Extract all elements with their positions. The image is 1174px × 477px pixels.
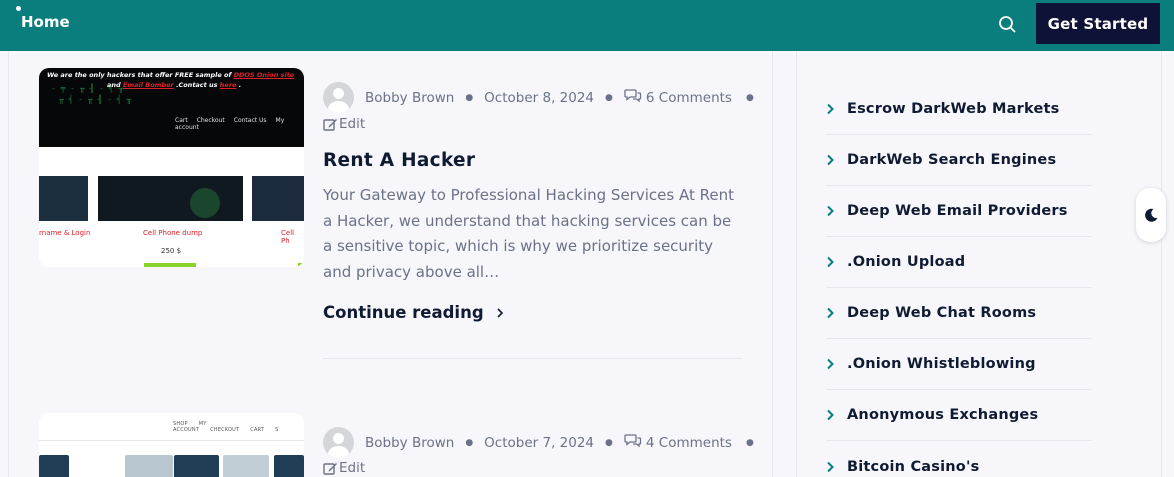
sidebar-item-label: Deep Web Chat Rooms <box>847 305 1037 321</box>
chevron-right-icon <box>497 307 503 318</box>
chevron-right-icon <box>827 461 834 472</box>
author-avatar[interactable] <box>323 427 354 458</box>
chevron-right-icon <box>827 358 834 370</box>
comments-link[interactable]: 6 Comments <box>646 90 732 106</box>
meta-separator: ● <box>605 437 613 448</box>
sidebar-item-label: Deep Web Email Providers <box>847 203 1068 219</box>
sidebar-item-label: DarkWeb Search Engines <box>847 152 1057 168</box>
product-caption: Cell Ph <box>281 229 295 245</box>
thumbnail-divider <box>39 440 304 441</box>
sidebar-item-onion-upload[interactable]: .Onion Upload <box>826 237 1092 288</box>
sidebar-item-label: .Onion Whistleblowing <box>847 356 1036 372</box>
matrix-glyphs: ╥ ╡ - ╥ ╢ - ╡ ╥ <box>59 95 132 104</box>
post-excerpt: Your Gateway to Professional Hacking Ser… <box>323 186 734 282</box>
product-image <box>223 455 269 477</box>
edit-icon <box>323 118 337 131</box>
post-thumbnail[interactable]: We are the only hackers that offer FREE … <box>39 68 304 267</box>
meta-separator: ● <box>465 437 474 448</box>
edit-label: Edit <box>339 116 366 132</box>
meta-separator: ● <box>605 92 613 103</box>
post-divider <box>323 358 742 359</box>
product-image <box>39 455 69 477</box>
chevron-right-icon <box>827 205 834 217</box>
sidebar-item-darkweb-search-engines[interactable]: DarkWeb Search Engines <box>826 135 1092 186</box>
post-title[interactable]: Rent A Hacker <box>323 150 475 171</box>
continue-reading-link[interactable]: Continue reading <box>323 303 504 322</box>
product-caption: rname & Login <box>39 229 91 237</box>
thumbnail-nav: Cart Checkout Contact Us My account <box>175 117 285 131</box>
sidebar-item-bitcoin-casinos[interactable]: Bitcoin Casino's <box>826 441 1092 477</box>
sidebar-item-label: Anonymous Exchanges <box>847 407 1039 423</box>
product-image <box>98 176 243 221</box>
product-image <box>274 455 304 477</box>
dark-mode-toggle[interactable] <box>1136 188 1166 242</box>
search-icon[interactable] <box>996 13 1018 35</box>
sidebar-item-label: Escrow DarkWeb Markets <box>847 101 1060 117</box>
comments-icon <box>624 433 642 452</box>
meta-separator: ● <box>465 92 474 103</box>
chevron-right-icon <box>827 256 834 268</box>
post-meta: Bobby Brown ● October 8, 2024 ● 6 Commen… <box>365 88 765 107</box>
edit-link[interactable]: Edit <box>323 460 365 476</box>
comments-icon <box>624 88 642 107</box>
author-link[interactable]: Bobby Brown <box>365 435 454 451</box>
edit-link[interactable]: Edit <box>323 116 365 132</box>
thumbnail-dark-header: We are the only hackers that offer FREE … <box>39 68 304 147</box>
chevron-right-icon <box>827 307 834 319</box>
sidebar-item-escrow-darkweb-markets[interactable]: Escrow DarkWeb Markets <box>826 84 1092 135</box>
author-link[interactable]: Bobby Brown <box>365 90 454 106</box>
meta-separator: ● <box>745 437 754 448</box>
post-date[interactable]: October 8, 2024 <box>484 90 594 106</box>
product-button <box>144 263 196 267</box>
sidebar-item-anonymous-exchanges[interactable]: Anonymous Exchanges <box>826 390 1092 441</box>
post-thumbnail[interactable]: SHOP MY ACCOUNT CHECKOUT CART S <box>39 413 304 477</box>
sidebar-item-label: Bitcoin Casino's <box>847 458 980 475</box>
edit-label: Edit <box>339 460 366 476</box>
comments-link[interactable]: 4 Comments <box>646 435 732 451</box>
chevron-right-icon <box>827 103 834 115</box>
sidebar-item-deep-web-chat-rooms[interactable]: Deep Web Chat Rooms <box>826 288 1092 339</box>
author-avatar[interactable] <box>323 82 354 113</box>
edit-icon <box>323 462 337 475</box>
chevron-right-icon <box>827 154 834 166</box>
sidebar-item-onion-whistleblowing[interactable]: .Onion Whistleblowing <box>826 339 1092 390</box>
get-started-button[interactable]: Get Started <box>1036 3 1160 44</box>
post-date[interactable]: October 7, 2024 <box>484 435 594 451</box>
product-price: 250 $ <box>161 247 182 255</box>
sidebar-item-deep-web-email-providers[interactable]: Deep Web Email Providers <box>826 186 1092 237</box>
top-navbar: Home Get Started <box>0 0 1174 51</box>
post-meta: Bobby Brown ● October 7, 2024 ● 4 Commen… <box>365 433 765 452</box>
thumbnail-nav: SHOP MY ACCOUNT CHECKOUT CART S <box>173 421 279 433</box>
product-image <box>39 176 88 221</box>
nav-home-link[interactable]: Home <box>21 13 70 31</box>
meta-separator: ● <box>745 92 754 103</box>
product-image <box>252 176 304 221</box>
matrix-glyphs: - ╤ - ╥ ╢ - ╡ ╥ - <box>51 84 133 93</box>
moon-icon <box>1145 208 1158 222</box>
chevron-right-icon <box>827 409 834 421</box>
product-image <box>125 455 173 477</box>
sidebar-item-label: .Onion Upload <box>847 254 966 270</box>
product-caption: Cell Phone dump <box>143 229 203 237</box>
continue-reading-label: Continue reading <box>323 303 484 322</box>
product-button <box>298 263 304 267</box>
active-indicator-dot <box>16 6 21 11</box>
product-image <box>174 455 219 477</box>
